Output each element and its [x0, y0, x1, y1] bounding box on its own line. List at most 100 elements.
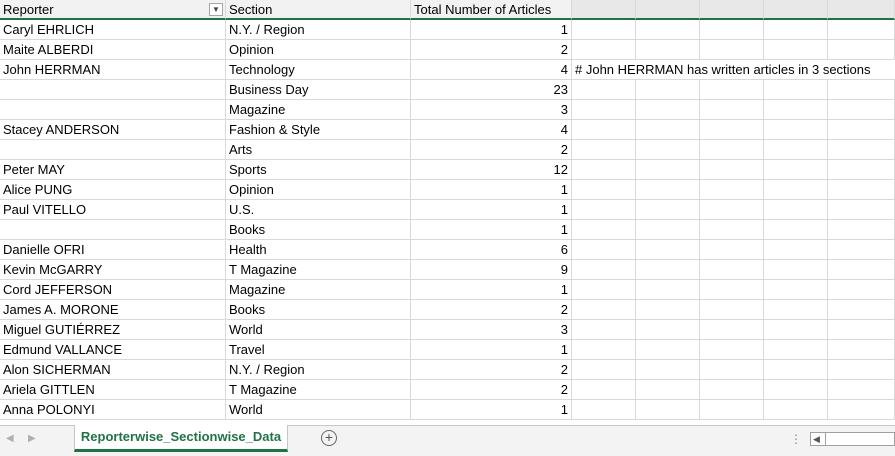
cell-empty[interactable]	[572, 140, 636, 160]
cell-total[interactable]: 1	[411, 180, 572, 200]
spreadsheet-grid[interactable]: Reporter ▼ Section Total Number of Artic…	[0, 0, 895, 425]
cell-section[interactable]: N.Y. / Region	[226, 20, 411, 40]
cell-empty[interactable]	[636, 240, 700, 260]
cell-reporter[interactable]: Cord JEFFERSON	[0, 280, 226, 300]
cell-section[interactable]: T Magazine	[226, 260, 411, 280]
cell-reporter[interactable]: Miguel GUTIÉRREZ	[0, 320, 226, 340]
header-cell-empty[interactable]	[828, 0, 895, 20]
sheet-tab-reporterwise-sectionwise-data[interactable]: Reporterwise_Sectionwise_Data	[74, 425, 288, 452]
cell-empty[interactable]	[700, 100, 764, 120]
cell-empty[interactable]	[700, 160, 764, 180]
cell-empty[interactable]	[828, 340, 895, 360]
cell-empty[interactable]	[764, 360, 828, 380]
cell-section[interactable]: Opinion	[226, 180, 411, 200]
header-cell-empty[interactable]	[700, 0, 764, 20]
horizontal-scrollbar[interactable]: ◀	[810, 432, 895, 446]
cell-empty[interactable]	[572, 180, 636, 200]
cell-reporter[interactable]: Maite ALBERDI	[0, 40, 226, 60]
cell-empty[interactable]	[572, 240, 636, 260]
cell-empty[interactable]	[764, 380, 828, 400]
cell-empty[interactable]	[700, 240, 764, 260]
cell-section[interactable]: Magazine	[226, 100, 411, 120]
header-cell-section[interactable]: Section	[226, 0, 411, 20]
cell-empty[interactable]	[700, 140, 764, 160]
cell-reporter[interactable]: Ariela GITTLEN	[0, 380, 226, 400]
cell-total[interactable]: 1	[411, 400, 572, 420]
cell-empty[interactable]	[764, 340, 828, 360]
header-cell-empty[interactable]	[572, 0, 636, 20]
cell-reporter[interactable]: Danielle OFRI	[0, 240, 226, 260]
cell-empty[interactable]	[572, 80, 636, 100]
cell-total[interactable]: 2	[411, 40, 572, 60]
cell-total[interactable]: 6	[411, 240, 572, 260]
cell-total[interactable]: 1	[411, 220, 572, 240]
cell-empty[interactable]	[764, 200, 828, 220]
cell-empty[interactable]	[828, 360, 895, 380]
cell-total[interactable]: 4	[411, 60, 572, 80]
cell-section[interactable]: Sports	[226, 160, 411, 180]
cell-empty[interactable]	[828, 260, 895, 280]
cell-empty[interactable]	[636, 400, 700, 420]
cell-empty[interactable]	[636, 200, 700, 220]
cell-empty[interactable]	[572, 280, 636, 300]
cell-empty[interactable]	[636, 260, 700, 280]
cell-empty[interactable]	[636, 160, 700, 180]
cell-empty[interactable]	[572, 120, 636, 140]
cell-total[interactable]: 1	[411, 20, 572, 40]
cell-empty[interactable]	[700, 20, 764, 40]
cell-empty[interactable]	[764, 280, 828, 300]
cell-reporter[interactable]: Edmund VALLANCE	[0, 340, 226, 360]
cell-empty[interactable]	[764, 20, 828, 40]
cell-empty[interactable]	[700, 40, 764, 60]
header-cell-empty[interactable]	[764, 0, 828, 20]
cell-reporter[interactable]: Caryl EHRLICH	[0, 20, 226, 40]
cell-empty[interactable]	[700, 340, 764, 360]
cell-empty[interactable]	[636, 80, 700, 100]
cell-total[interactable]: 2	[411, 300, 572, 320]
cell-section[interactable]: World	[226, 320, 411, 340]
cell-section[interactable]: Arts	[226, 140, 411, 160]
plus-circle-icon[interactable]: +	[321, 430, 337, 446]
cell-empty[interactable]	[636, 320, 700, 340]
cell-empty[interactable]	[828, 400, 895, 420]
cell-reporter[interactable]	[0, 100, 226, 120]
cell-empty[interactable]	[572, 20, 636, 40]
cell-empty[interactable]	[828, 40, 895, 60]
cell-empty[interactable]	[700, 360, 764, 380]
cell-empty[interactable]	[700, 80, 764, 100]
header-cell-empty[interactable]	[636, 0, 700, 20]
scrollbar-thumb[interactable]	[825, 433, 826, 445]
cell-total[interactable]: 9	[411, 260, 572, 280]
cell-empty[interactable]	[572, 100, 636, 120]
cell-empty[interactable]	[828, 380, 895, 400]
cell-total[interactable]: 1	[411, 200, 572, 220]
cell-empty[interactable]	[764, 80, 828, 100]
cell-total[interactable]: 3	[411, 320, 572, 340]
cell-reporter[interactable]: Stacey ANDERSON	[0, 120, 226, 140]
cell-empty[interactable]	[636, 20, 700, 40]
cell-reporter[interactable]: Kevin McGARRY	[0, 260, 226, 280]
cell-empty[interactable]	[764, 320, 828, 340]
cell-empty[interactable]	[636, 220, 700, 240]
more-dots-icon[interactable]: ⋮	[790, 432, 802, 446]
cell-section[interactable]: Technology	[226, 60, 411, 80]
cell-empty[interactable]	[700, 200, 764, 220]
cell-reporter[interactable]: Alice PUNG	[0, 180, 226, 200]
cell-empty[interactable]	[700, 180, 764, 200]
cell-section[interactable]: Books	[226, 300, 411, 320]
cell-empty[interactable]	[828, 120, 895, 140]
cell-empty[interactable]	[764, 220, 828, 240]
cell-empty[interactable]	[572, 200, 636, 220]
cell-reporter[interactable]: John HERRMAN	[0, 60, 226, 80]
cell-empty[interactable]	[636, 140, 700, 160]
cell-empty[interactable]	[828, 100, 895, 120]
cell-empty[interactable]	[572, 400, 636, 420]
cell-section[interactable]: Fashion & Style	[226, 120, 411, 140]
cell-total[interactable]: 23	[411, 80, 572, 100]
cell-empty[interactable]	[700, 320, 764, 340]
cell-empty[interactable]	[764, 400, 828, 420]
cell-empty[interactable]	[828, 240, 895, 260]
cell-empty[interactable]	[764, 240, 828, 260]
cell-empty[interactable]	[828, 300, 895, 320]
cell-empty[interactable]	[828, 140, 895, 160]
